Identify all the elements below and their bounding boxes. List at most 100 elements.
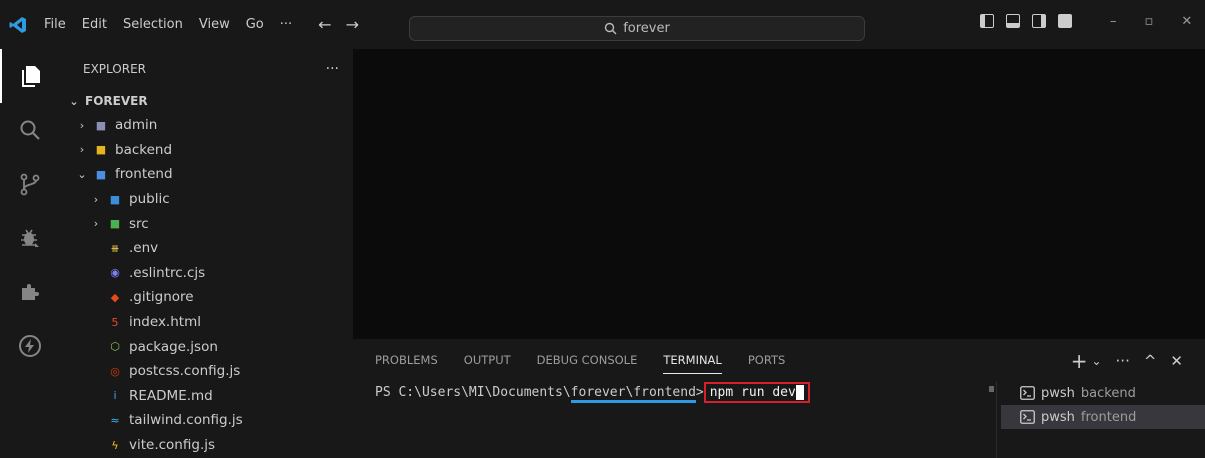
terminal-list: pwsh backend pwsh frontend [1001,381,1205,429]
chevron-right-icon: › [79,143,85,157]
terminal-list-item[interactable]: pwsh frontend [1001,405,1205,429]
menu-go[interactable]: Go [238,17,272,32]
toggle-secondary-sidebar-icon[interactable] [1032,14,1046,28]
file-tree-item[interactable]: ≈ tailwind.config.js [59,408,353,433]
chevron-down-icon: ⌄ [69,94,79,108]
file-tree-item[interactable]: ⬡ package.json [59,334,353,359]
tab-output[interactable]: OUTPUT [464,353,511,374]
terminal-icon [1020,386,1035,400]
restore-icon[interactable]: ▫ [1145,14,1154,29]
prompt-prefix: PS C:\Users\MI\Documents\ [375,385,571,400]
lightning-icon [18,335,41,357]
menu-edit[interactable]: Edit [74,17,115,32]
git-icon: ◆ [110,290,120,304]
file-tree-item[interactable]: ⧻ .env [59,236,353,261]
file-tree-item[interactable]: › ■ backend [59,138,353,163]
postcss-icon: ◎ [110,364,120,378]
file-tree-item[interactable]: › ■ public [59,187,353,212]
workspace-root[interactable]: ⌄ FOREVER [59,89,353,113]
window-controls: – ▫ ✕ [1110,14,1192,29]
tailwind-icon: ≈ [110,413,120,427]
menu-more-button[interactable]: ··· [272,17,300,32]
nav-arrows: ← → [318,15,359,34]
eslint-icon: ◉ [110,266,120,280]
terminal-command: npm run dev [709,385,796,400]
chevron-right-icon: › [79,118,85,132]
menu-file[interactable]: File [36,17,74,32]
file-tree-item[interactable]: i README.md [59,384,353,409]
tab-debug-console[interactable]: DEBUG CONSOLE [537,353,638,374]
terminal-prompt-line[interactable]: PS C:\Users\MI\Documents\forever\fronten… [375,382,810,403]
new-terminal-button[interactable]: + [1071,349,1088,373]
files-icon [21,66,40,87]
file-tree-item[interactable]: ϟ vite.config.js [59,433,353,458]
activity-bar [0,49,59,458]
toggle-panel-icon[interactable] [1006,14,1020,28]
chevron-down-icon[interactable]: ⌄ [1091,354,1101,368]
nodejs-icon: ⬡ [110,340,120,354]
command-center-search[interactable]: forever [409,16,865,41]
toggle-sidebar-icon[interactable] [980,14,994,28]
file-tree-item-label: backend [115,141,173,158]
prompt-highlighted-path: forever\frontend [570,385,696,403]
terminal-name: frontend [1080,409,1137,425]
search-icon [604,22,617,35]
terminal-icon [1020,410,1035,424]
customize-layout-icon[interactable] [1058,14,1072,28]
file-tree-item[interactable]: ◉ .eslintrc.cjs [59,261,353,286]
close-panel-button[interactable]: ✕ [1170,352,1183,370]
html-icon: 5 [111,315,119,329]
terminal-shell: pwsh [1041,409,1075,425]
source-control-activity[interactable] [0,157,59,211]
search-text: forever [623,21,670,36]
minimize-icon[interactable]: – [1110,14,1117,29]
tab-problems[interactable]: PROBLEMS [375,353,438,374]
prompt-suffix: > [695,385,704,400]
file-tree-item[interactable]: 5 index.html [59,310,353,335]
extensions-activity[interactable] [0,265,59,319]
tab-ports[interactable]: PORTS [748,353,785,374]
chevron-right-icon: › [93,217,99,231]
env-file-icon: ⧻ [110,241,120,255]
panel-actions: + ⌄ ··· ^ ✕ [1071,349,1183,373]
file-tree-item-label: public [129,191,170,208]
file-tree-item-label: README.md [129,387,213,404]
folder-src-icon: ■ [109,217,121,231]
terminal-cursor [795,385,804,400]
file-tree-item[interactable]: › ■ src [59,211,353,236]
file-tree-item[interactable]: ◆ .gitignore [59,285,353,310]
terminal-scrollbar[interactable] [989,386,994,392]
file-tree-item[interactable]: ◎ postcss.config.js [59,359,353,384]
file-tree-item[interactable]: ⌄ ■ frontend [59,162,353,187]
file-tree-item-label: vite.config.js [129,437,216,454]
search-activity[interactable] [0,103,59,157]
menu-selection[interactable]: Selection [115,17,191,32]
file-tree-item-label: index.html [129,314,201,331]
vite-icon: ϟ [111,438,119,452]
back-arrow-icon[interactable]: ← [318,15,331,34]
explorer-sidebar: EXPLORER ··· ⌄ FOREVER › ■ admin › ■ backend ⌄… [59,49,353,458]
thunder-client-activity[interactable] [0,319,59,373]
terminal-command-box: npm run dev [703,382,810,403]
panel-more-button[interactable]: ··· [1116,352,1130,370]
chevron-right-icon: › [93,192,99,206]
tab-terminal[interactable]: TERMINAL [663,353,722,374]
run-debug-activity[interactable] [0,211,59,265]
menu-view[interactable]: View [191,17,238,32]
forward-arrow-icon[interactable]: → [346,15,359,34]
folder-public-icon: ■ [109,192,121,206]
terminal-name: backend [1080,385,1136,401]
maximize-panel-button[interactable]: ^ [1144,352,1157,370]
bottom-panel: PROBLEMS OUTPUT DEBUG CONSOLE TERMINAL P… [353,339,1205,458]
file-tree-item-label: admin [115,117,158,134]
workspace-root-label: FOREVER [85,94,148,108]
explorer-more-button[interactable]: ··· [326,61,339,77]
chevron-down-icon: ⌄ [77,167,87,181]
file-tree-item[interactable]: › ■ admin [59,113,353,138]
close-window-icon[interactable]: ✕ [1181,14,1192,29]
file-tree: › ■ admin › ■ backend ⌄ ■ frontend › ■ public › ■ src ⧻… [59,113,353,457]
file-tree-item-label: frontend [115,166,173,183]
explorer-activity[interactable] [0,49,59,103]
terminal-list-item[interactable]: pwsh backend [1001,381,1205,405]
menu-bar: File Edit Selection View Go ··· [36,0,300,49]
